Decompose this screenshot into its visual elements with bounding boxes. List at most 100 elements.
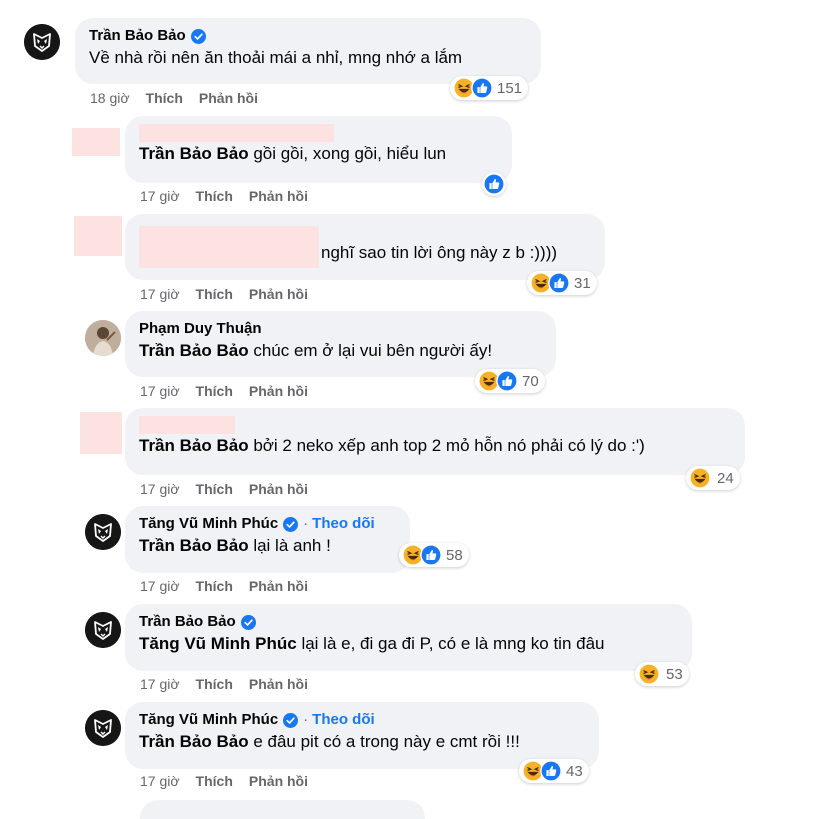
comment-bubble: Trần Bảo Bảo Về nhà rồi nên ăn thoải mái… [75,18,541,84]
comment-text: e đâu pit có a trong này e cmt rồi !!! [248,732,520,751]
comment-text: gồi gồi, xong gồi, hiểu lun [248,144,447,163]
reaction-count: 24 [717,469,734,487]
reply-button[interactable]: Phản hồi [249,773,308,789]
reaction-summary[interactable]: 31 [527,271,597,295]
mention[interactable]: Trần Bảo Bảo [139,144,249,163]
redacted-author [139,416,235,434]
comment-author[interactable]: Tăng Vũ Minh Phúc [139,514,278,534]
reply-button[interactable]: Phản hồi [249,188,308,204]
follow-button[interactable]: Theo dõi [312,710,375,730]
like-button[interactable]: Thích [196,383,233,399]
verified-badge-icon [283,713,298,728]
mention[interactable]: Trần Bảo Bảo [139,436,249,455]
haha-reaction-icon [638,663,660,685]
comment-actions: 17 giờ Thích Phản hồi [140,188,308,204]
user-avatar[interactable] [85,320,121,356]
reaction-count: 31 [574,274,591,292]
reply-button[interactable]: Phản hồi [199,90,258,106]
comment-text: lại là e, đi ga đi P, có e là mng ko tin… [296,634,605,653]
mask-logo-avatar-icon[interactable] [85,710,121,746]
redacted-avatar [80,412,122,454]
like-button[interactable]: Thích [196,773,233,789]
comment-actions: 17 giờ Thích Phản hồi [140,286,308,302]
like-button[interactable]: Thích [196,578,233,594]
reply-button[interactable]: Phản hồi [249,578,308,594]
mention[interactable]: Tăng Vũ Minh Phúc [139,634,297,653]
reply-button[interactable]: Phản hồi [249,481,308,497]
comment-author[interactable]: Trần Bảo Bảo [89,26,186,46]
like-reaction-icon [471,77,493,99]
redacted-avatar [72,128,120,156]
comment-actions: 17 giờ Thích Phản hồi [140,383,308,399]
like-reaction-icon [540,760,562,782]
comment-time[interactable]: 17 giờ [140,481,180,497]
follow-button[interactable]: Theo dõi [312,514,375,534]
comment-bubble: Trần Bảo Bảo gồi gồi, xong gồi, hiểu lun [125,116,512,183]
redacted-author [139,124,334,142]
comment-bubble: nghĩ sao tin lời ông này z b :)))) [125,214,605,280]
reaction-count: 53 [666,665,683,683]
mention[interactable]: Trần Bảo Bảo [139,341,249,360]
like-button[interactable]: Thích [146,90,183,106]
comment-author[interactable]: Trần Bảo Bảo [139,612,236,632]
comment-text: chúc em ở lại vui bên người ấy! [248,341,493,360]
comment-actions: 17 giờ Thích Phản hồi [140,481,308,497]
comment-time[interactable]: 17 giờ [140,286,180,302]
comment-bubble: Trần Bảo Bảo Tăng Vũ Minh Phúc lại là e,… [125,604,692,671]
comment-time[interactable]: 17 giờ [140,188,180,204]
reaction-summary[interactable]: 70 [475,369,545,393]
like-button[interactable]: Thích [196,481,233,497]
comment-bubble: Tăng Vũ Minh Phúc · Theo dõi Trần Bảo Bả… [125,506,410,573]
comment-text: lại là anh ! [248,536,331,555]
comment-actions: 17 giờ Thích Phản hồi [140,676,308,692]
mask-logo-avatar-icon[interactable] [85,514,121,550]
haha-reaction-icon [689,467,711,489]
like-button[interactable]: Thích [196,188,233,204]
next-comment-bubble-edge [140,800,425,819]
reaction-count: 151 [497,79,523,97]
comment-text: nghĩ sao tin lời ông này z b :)))) [321,243,558,262]
comment-time[interactable]: 17 giờ [140,676,180,692]
reaction-summary[interactable]: 53 [635,662,689,686]
like-reaction-icon [483,173,505,195]
comment-time[interactable]: 17 giờ [140,578,180,594]
reaction-count: 70 [522,372,539,390]
comment-bubble: Trần Bảo Bảo bởi 2 neko xếp anh top 2 mỏ… [125,408,745,475]
reply-button[interactable]: Phản hồi [249,286,308,302]
like-button[interactable]: Thích [196,676,233,692]
verified-badge-icon [241,615,256,630]
mask-logo-avatar-icon[interactable] [24,24,60,60]
comment-author[interactable]: Tăng Vũ Minh Phúc [139,710,278,730]
like-reaction-icon [496,370,518,392]
reply-button[interactable]: Phản hồi [249,676,308,692]
like-button[interactable]: Thích [196,286,233,302]
reaction-summary[interactable]: 24 [686,466,740,490]
comment-text: Về nhà rồi nên ăn thoải mái a nhỉ, mng n… [89,48,463,67]
mention[interactable]: Trần Bảo Bảo [139,536,249,555]
reaction-summary[interactable] [482,172,506,196]
reaction-summary[interactable]: 43 [519,759,589,783]
reply-button[interactable]: Phản hồi [249,383,308,399]
verified-badge-icon [283,517,298,532]
reaction-count: 43 [566,762,583,780]
comment-text: bởi 2 neko xếp anh top 2 mỏ hỗn nó phải … [248,436,645,455]
comment-bubble: Phạm Duy Thuận Trần Bảo Bảo chúc em ở lạ… [125,311,556,377]
user-photo-icon [85,320,121,356]
comment-time[interactable]: 17 giờ [140,773,180,789]
reaction-summary[interactable]: 151 [450,76,529,100]
comment-author[interactable]: Phạm Duy Thuận [139,319,262,339]
mention[interactable]: Trần Bảo Bảo [139,732,249,751]
comment-actions: 17 giờ Thích Phản hồi [140,578,308,594]
comment-time[interactable]: 17 giờ [140,383,180,399]
like-reaction-icon [420,544,442,566]
comment-actions: 18 giờ Thích Phản hồi [90,90,258,106]
comment-actions: 17 giờ Thích Phản hồi [140,773,308,789]
mask-logo-avatar-icon[interactable] [85,612,121,648]
verified-badge-icon [191,29,206,44]
reaction-summary[interactable]: 58 [399,543,469,567]
reaction-count: 58 [446,546,463,564]
comment-time[interactable]: 18 giờ [90,90,130,106]
redacted-author [139,226,319,268]
like-reaction-icon [548,272,570,294]
redacted-avatar [74,216,122,256]
